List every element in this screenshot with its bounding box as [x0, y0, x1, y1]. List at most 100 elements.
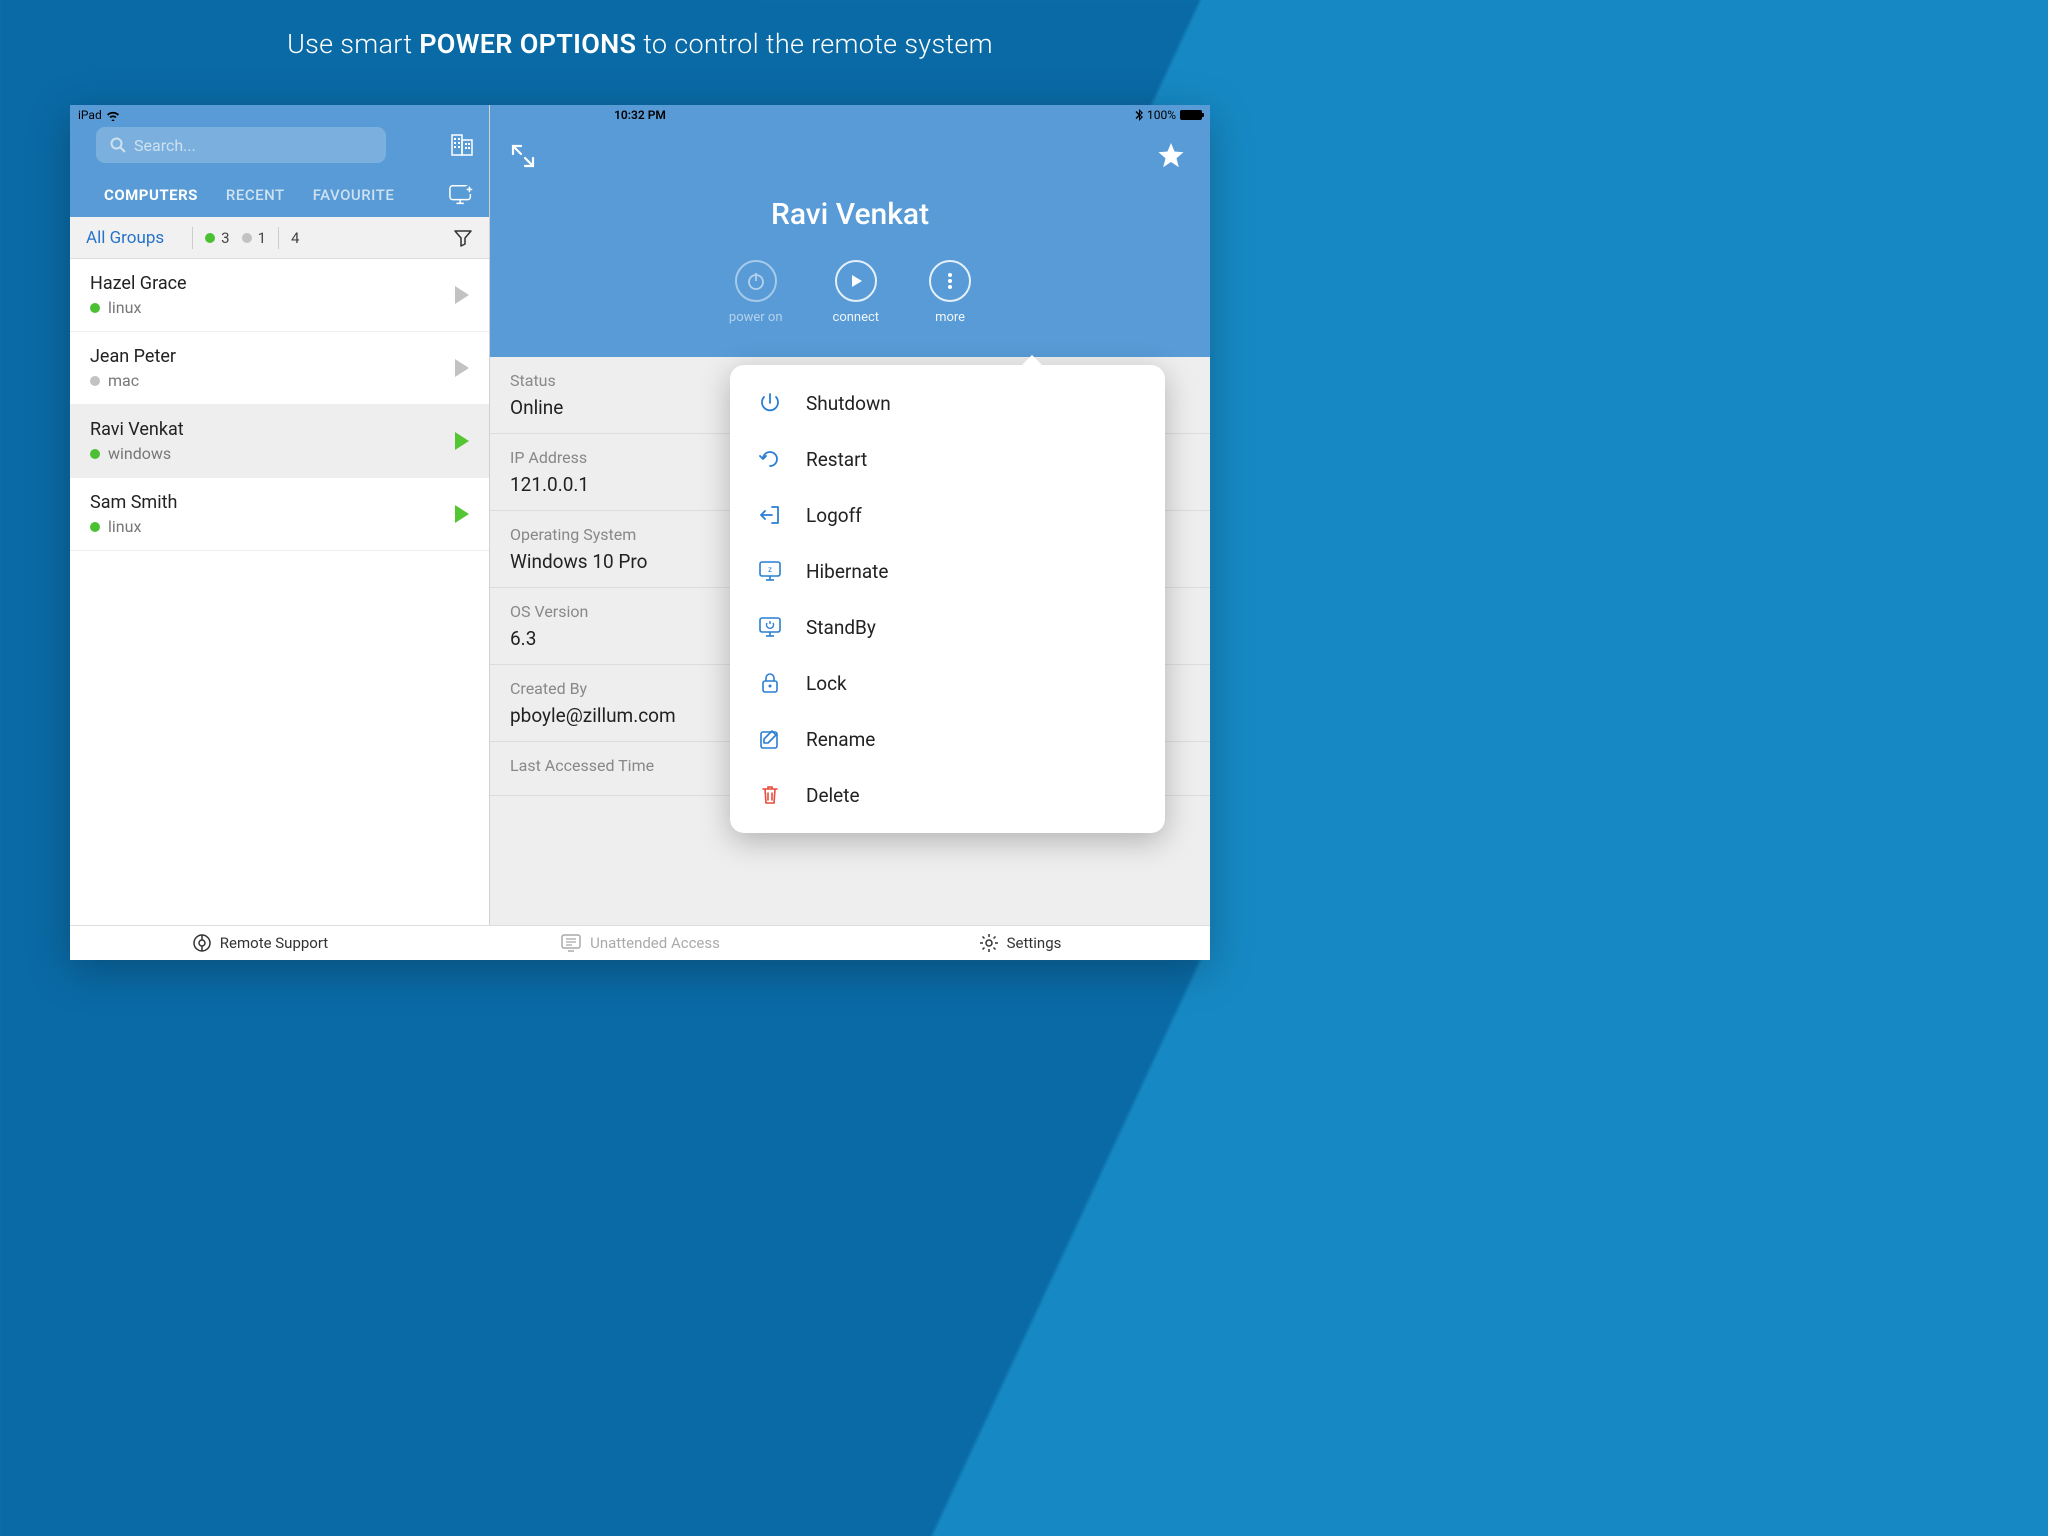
total-count: 4: [291, 229, 299, 247]
chevron-play-icon[interactable]: [455, 286, 469, 304]
unattended-icon: [560, 933, 582, 953]
status-dot: [90, 376, 100, 386]
more-popover: Shutdown Restart Logoff z Hibernate Stan…: [730, 365, 1165, 833]
status-counts: 3 1: [205, 229, 266, 247]
detail-header: Ravi Venkat power on connect more: [490, 105, 1210, 357]
online-count: 3: [221, 229, 229, 247]
divider: [192, 227, 193, 249]
chevron-play-icon[interactable]: [455, 505, 469, 523]
device-label: iPad: [78, 108, 102, 122]
search-input[interactable]: Search...: [96, 127, 386, 163]
computer-os: windows: [108, 444, 171, 463]
sidebar: Search... COMPUTERS RECENT FAVOURITE All…: [70, 105, 490, 925]
divider: [278, 227, 279, 249]
hibernate-icon: z: [758, 560, 782, 582]
bottom-bar: Remote Support Unattended Access Setting…: [70, 925, 1210, 960]
computer-os: linux: [108, 298, 141, 317]
power-on-button[interactable]: power on: [729, 260, 783, 325]
tab-recent[interactable]: RECENT: [212, 186, 299, 204]
add-computer-icon[interactable]: [449, 184, 475, 206]
wifi-icon: [106, 110, 120, 121]
bluetooth-icon: [1135, 109, 1143, 121]
rename-icon: [759, 728, 781, 750]
filter-bar: All Groups 3 1 4: [70, 217, 489, 259]
logoff-icon: [759, 504, 781, 526]
tab-favourite[interactable]: FAVOURITE: [299, 186, 409, 204]
restart-icon: [759, 448, 781, 470]
computer-name: Sam Smith: [90, 492, 455, 513]
settings-gear-icon: [979, 933, 999, 953]
battery-text: 100%: [1147, 108, 1176, 122]
menu-label: StandBy: [806, 616, 876, 639]
menu-label: Hibernate: [806, 560, 888, 583]
menu-delete[interactable]: Delete: [730, 767, 1165, 823]
menu-label: Logoff: [806, 504, 862, 527]
power-on-label: power on: [729, 310, 783, 325]
status-dot: [90, 449, 100, 459]
favorite-star-icon[interactable]: [1156, 141, 1186, 171]
bottom-label: Settings: [1007, 934, 1062, 952]
status-dot: [90, 303, 100, 313]
more-label: more: [935, 310, 965, 325]
bottom-label: Remote Support: [220, 934, 328, 952]
bottom-settings[interactable]: Settings: [830, 933, 1210, 953]
online-dot: [205, 233, 215, 243]
chevron-play-icon[interactable]: [455, 432, 469, 450]
offline-count: 1: [258, 229, 266, 247]
computer-item[interactable]: Jean Peter mac: [70, 332, 489, 405]
connect-label: connect: [833, 310, 880, 325]
menu-label: Shutdown: [806, 392, 891, 415]
computer-name: Hazel Grace: [90, 273, 455, 294]
search-icon: [110, 137, 126, 153]
status-dot: [90, 522, 100, 532]
menu-lock[interactable]: Lock: [730, 655, 1165, 711]
filter-icon[interactable]: [453, 228, 473, 248]
offline-dot: [242, 233, 252, 243]
more-button[interactable]: more: [929, 260, 971, 325]
bottom-unattended-access[interactable]: Unattended Access: [450, 933, 830, 953]
play-icon: [848, 273, 864, 289]
menu-hibernate[interactable]: z Hibernate: [730, 543, 1165, 599]
menu-shutdown[interactable]: Shutdown: [730, 375, 1165, 431]
more-icon: [947, 272, 953, 290]
search-placeholder: Search...: [134, 136, 196, 155]
power-icon: [746, 271, 766, 291]
svg-text:z: z: [768, 565, 772, 574]
menu-label: Lock: [806, 672, 847, 695]
computer-item[interactable]: Sam Smith linux: [70, 478, 489, 551]
menu-label: Restart: [806, 448, 867, 471]
menu-logoff[interactable]: Logoff: [730, 487, 1165, 543]
computer-list: Hazel Grace linux Jean Peter mac Ravi Ve…: [70, 259, 489, 551]
standby-icon: [758, 616, 782, 638]
lock-icon: [760, 672, 780, 694]
bottom-remote-support[interactable]: Remote Support: [70, 933, 450, 953]
computer-name: Jean Peter: [90, 346, 455, 367]
chevron-play-icon[interactable]: [455, 359, 469, 377]
computer-item[interactable]: Hazel Grace linux: [70, 259, 489, 332]
marketing-headline: Use smart POWER OPTIONS to control the r…: [0, 0, 1280, 60]
battery-icon: [1180, 110, 1202, 120]
computer-item-selected[interactable]: Ravi Venkat windows: [70, 405, 489, 478]
bottom-label: Unattended Access: [590, 934, 720, 952]
shutdown-icon: [759, 392, 781, 414]
menu-label: Rename: [806, 728, 875, 751]
detail-title: Ravi Venkat: [490, 197, 1210, 232]
connect-button[interactable]: connect: [833, 260, 880, 325]
menu-rename[interactable]: Rename: [730, 711, 1165, 767]
menu-restart[interactable]: Restart: [730, 431, 1165, 487]
org-icon[interactable]: [449, 132, 475, 158]
action-row: power on connect more: [490, 260, 1210, 325]
tab-computers[interactable]: COMPUTERS: [90, 186, 212, 204]
menu-label: Delete: [806, 784, 860, 807]
computer-os: mac: [108, 371, 139, 390]
remote-support-icon: [192, 933, 212, 953]
all-groups-link[interactable]: All Groups: [86, 228, 164, 248]
computer-name: Ravi Venkat: [90, 419, 455, 440]
expand-icon[interactable]: [510, 143, 536, 169]
menu-standby[interactable]: StandBy: [730, 599, 1165, 655]
status-bar: iPad 10:32 PM 100%: [70, 105, 1210, 123]
delete-icon: [760, 784, 780, 806]
ipad-frame: iPad 10:32 PM 100% Search... COMPUTERS R…: [70, 105, 1210, 960]
computer-os: linux: [108, 517, 141, 536]
clock-time: 10:32 PM: [614, 108, 666, 122]
